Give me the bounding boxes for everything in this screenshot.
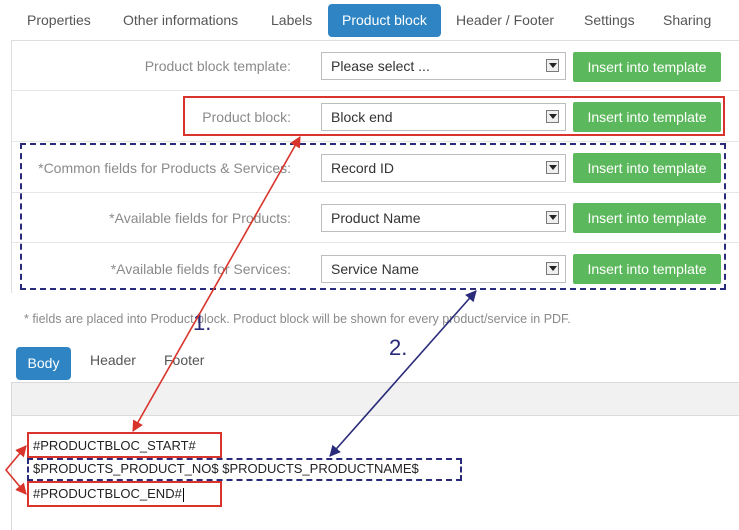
arrow-start-to-end xyxy=(4,445,27,495)
annotation-arrows xyxy=(4,136,477,495)
arrow-step-1 xyxy=(132,136,301,432)
arrow-step-2 xyxy=(329,290,477,457)
